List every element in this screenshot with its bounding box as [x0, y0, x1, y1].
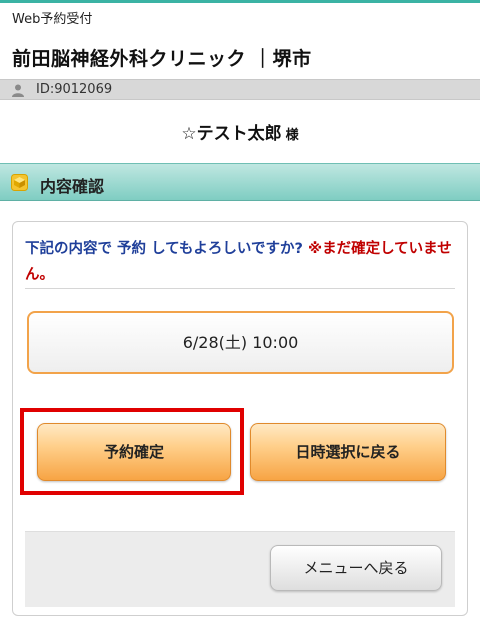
reservation-datetime: 6/28(土) 10:00 [27, 311, 454, 374]
card-footer: メニューへ戻る [25, 531, 455, 607]
service-label: Web予約受付 [12, 12, 93, 27]
patient-name: ☆テスト太郎 [181, 124, 282, 144]
person-icon [12, 84, 24, 97]
cube-icon [11, 174, 28, 191]
top-accent-line [0, 0, 480, 3]
confirmation-message: 下記の内容で 予約 してもよろしいですか? ※まだ確定していません。 [25, 236, 455, 288]
patient-name-line: ☆テスト太郎様 [0, 119, 480, 144]
clinic-name: 前田脳神経外科クリニック ｜堺市 [12, 48, 312, 70]
section-header: 内容確認 [0, 163, 480, 201]
back-to-date-selection-button[interactable]: 日時選択に戻る [250, 423, 446, 481]
confirm-reservation-button[interactable]: 予約確定 [37, 423, 231, 481]
back-to-menu-button[interactable]: メニューへ戻る [270, 545, 442, 591]
user-id-text: ID:9012069 [36, 82, 113, 97]
confirm-question: 下記の内容で 予約 してもよろしいですか? [25, 241, 303, 257]
section-title: 内容確認 [40, 177, 105, 196]
user-id-bar: ID:9012069 [0, 79, 480, 100]
divider [25, 288, 455, 289]
honorific: 様 [285, 128, 299, 143]
confirmation-card: 下記の内容で 予約 してもよろしいですか? ※まだ確定していません。 6/28(… [12, 221, 468, 616]
